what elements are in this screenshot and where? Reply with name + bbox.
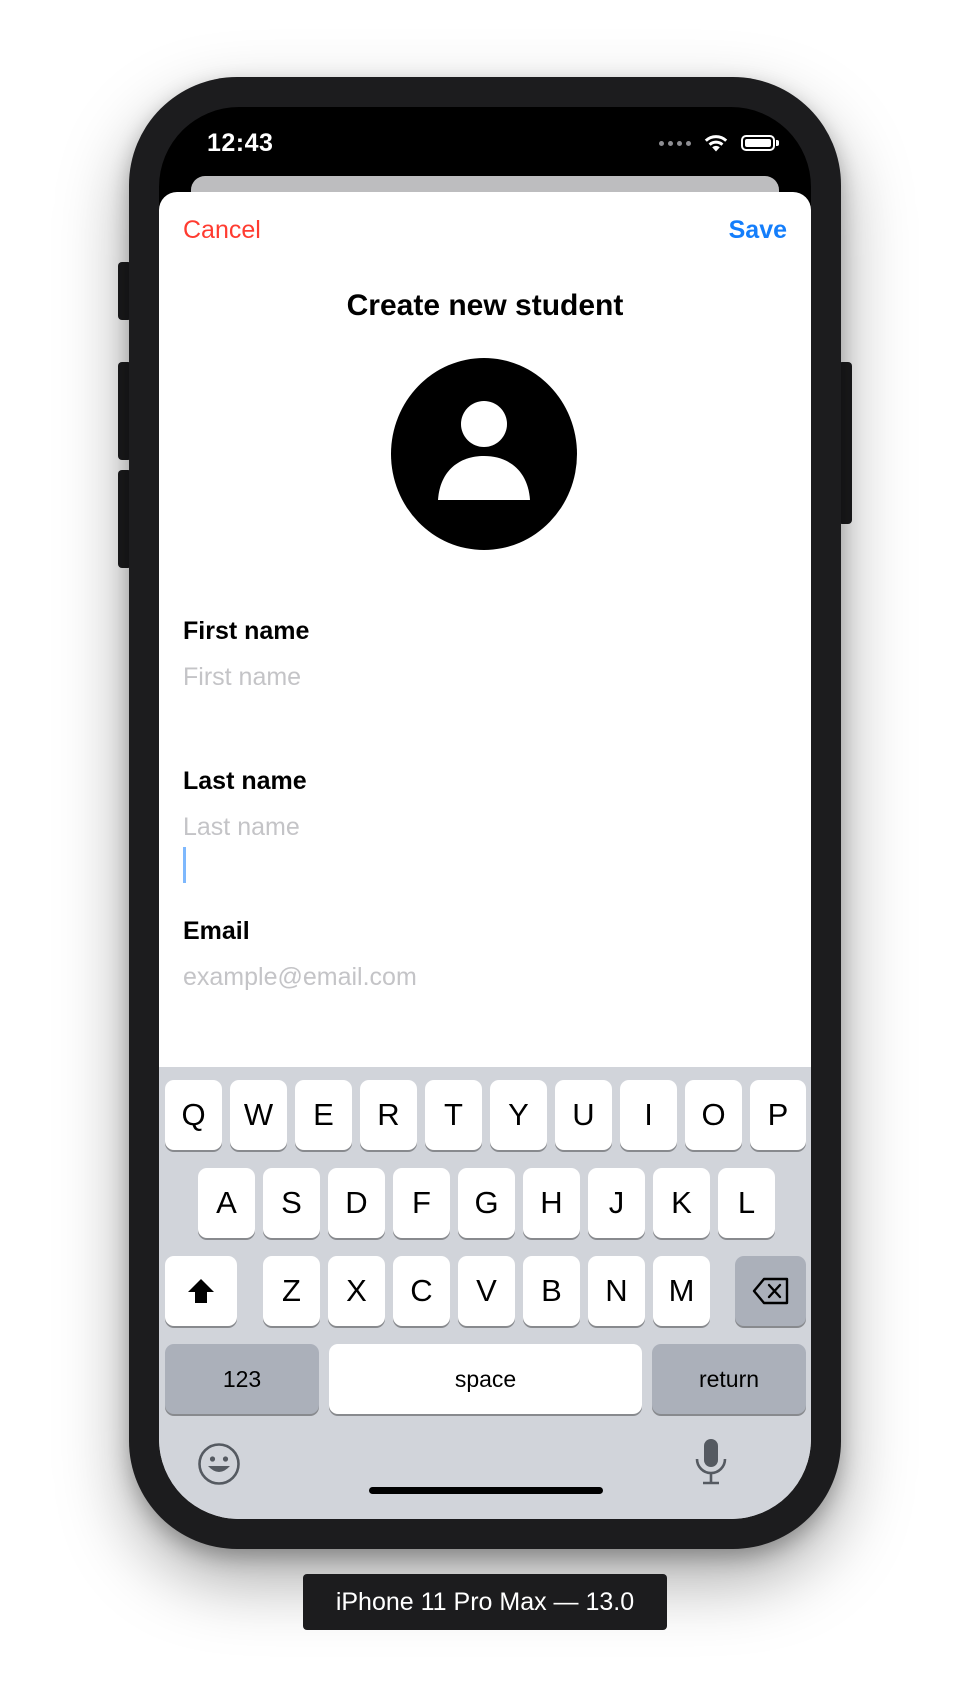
wifi-icon <box>704 135 728 152</box>
email-input[interactable] <box>183 957 783 997</box>
key-c[interactable]: C <box>393 1256 450 1326</box>
save-button[interactable]: Save <box>729 216 787 245</box>
key-g[interactable]: G <box>458 1168 515 1238</box>
cellular-signal-icon <box>659 140 691 146</box>
first-name-label: First name <box>183 617 310 645</box>
key-o[interactable]: O <box>685 1080 742 1150</box>
status-icons <box>659 133 779 153</box>
microphone-icon <box>695 1439 727 1485</box>
key-w[interactable]: W <box>230 1080 287 1150</box>
keyboard-row-4: 123 space return <box>159 1344 811 1414</box>
key-z[interactable]: Z <box>263 1256 320 1326</box>
key-f[interactable]: F <box>393 1168 450 1238</box>
key-j[interactable]: J <box>588 1168 645 1238</box>
phone-screen: 12:43 Cancel Save Create new student Fir… <box>159 107 811 1519</box>
key-m[interactable]: M <box>653 1256 710 1326</box>
key-p[interactable]: P <box>750 1080 806 1150</box>
key-d[interactable]: D <box>328 1168 385 1238</box>
keyboard-row-2: A S D F G H J K L <box>159 1168 811 1238</box>
person-icon <box>438 401 530 500</box>
backspace-icon <box>752 1277 788 1305</box>
key-t[interactable]: T <box>425 1080 482 1150</box>
notch <box>321 107 649 155</box>
emoji-button[interactable] <box>197 1442 241 1491</box>
status-time: 12:43 <box>207 129 274 157</box>
keyboard-row-3: Z X C V B N M <box>159 1256 811 1326</box>
text-cursor <box>183 847 186 883</box>
cancel-button[interactable]: Cancel <box>183 216 261 245</box>
home-indicator[interactable] <box>369 1487 603 1494</box>
shift-key[interactable] <box>165 1256 237 1326</box>
key-q[interactable]: Q <box>165 1080 222 1150</box>
device-label: iPhone 11 Pro Max — 13.0 <box>303 1574 667 1630</box>
first-name-input[interactable] <box>183 657 783 697</box>
return-key[interactable]: return <box>652 1344 806 1414</box>
battery-icon <box>741 135 779 151</box>
key-a[interactable]: A <box>198 1168 255 1238</box>
key-k[interactable]: K <box>653 1168 710 1238</box>
shift-arrow-icon <box>188 1279 214 1303</box>
last-name-input[interactable] <box>183 807 783 847</box>
dictation-button[interactable] <box>693 1437 729 1492</box>
last-name-label: Last name <box>183 767 307 795</box>
emoji-icon <box>198 1443 240 1485</box>
delete-key[interactable] <box>735 1256 806 1326</box>
space-key[interactable]: space <box>329 1344 642 1414</box>
key-x[interactable]: X <box>328 1256 385 1326</box>
key-b[interactable]: B <box>523 1256 580 1326</box>
avatar-picker[interactable] <box>391 358 577 550</box>
key-l[interactable]: L <box>718 1168 775 1238</box>
key-i[interactable]: I <box>620 1080 677 1150</box>
page-title: Create new student <box>346 289 624 322</box>
key-y[interactable]: Y <box>490 1080 547 1150</box>
key-r[interactable]: R <box>360 1080 417 1150</box>
key-e[interactable]: E <box>295 1080 352 1150</box>
key-u[interactable]: U <box>555 1080 612 1150</box>
key-v[interactable]: V <box>458 1256 515 1326</box>
email-label: Email <box>183 917 250 945</box>
key-s[interactable]: S <box>263 1168 320 1238</box>
key-n[interactable]: N <box>588 1256 645 1326</box>
key-h[interactable]: H <box>523 1168 580 1238</box>
numbers-key[interactable]: 123 <box>165 1344 319 1414</box>
keyboard-row-1: Q W E R T Y U I O P <box>159 1080 811 1150</box>
